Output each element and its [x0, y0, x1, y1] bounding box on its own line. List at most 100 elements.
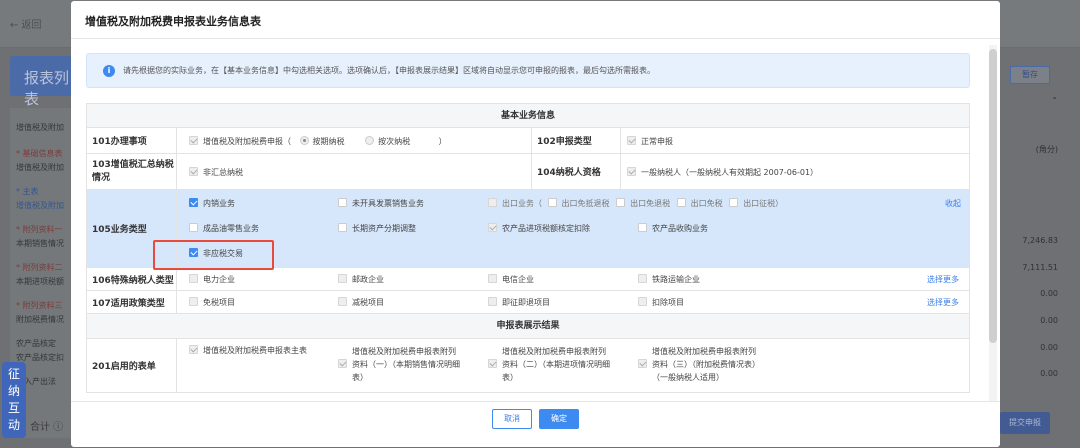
- radio-label: 按期纳税: [312, 137, 345, 146]
- row-label: 106特殊纳税人类型: [87, 268, 177, 290]
- item-label: 即征即退项目: [502, 298, 550, 307]
- total-label: 合计 ⓘ: [30, 422, 64, 433]
- checkbox-exempt[interactable]: 免税项目: [189, 297, 235, 308]
- sidebar-item[interactable]: 本期销售情况: [16, 238, 64, 249]
- checkbox-export[interactable]: 出口业务（ 出口免抵退税 出口免退税 出口免税 出口征税）: [488, 198, 783, 209]
- checkbox-icon[interactable]: [676, 198, 686, 207]
- checkbox-icon[interactable]: [338, 198, 347, 207]
- item-label: 表）: [502, 373, 518, 382]
- cancel-button[interactable]: 取消: [492, 409, 532, 429]
- collapse-link[interactable]: 收起: [945, 198, 961, 209]
- chevron-down-icon[interactable]: ⌄: [1051, 92, 1058, 101]
- sidebar-item[interactable]: 本期进项税额: [16, 276, 64, 287]
- item-label: 增值税及附加税费申报表附列: [652, 347, 756, 356]
- sidebar-item[interactable]: 附加税费情况: [16, 314, 64, 325]
- row-101: 101办理事项 增值税及附加税费申报（ 按期纳税 按次纳税 ） 102申报类型 …: [86, 128, 970, 154]
- item-vat-declare: 增值税及附加税费申报（ 按期纳税 按次纳税 ）: [189, 136, 447, 147]
- checkbox-icon[interactable]: [338, 223, 347, 232]
- checkbox-reduced[interactable]: 减税项目: [338, 297, 384, 308]
- checkbox-railway[interactable]: 铁路运输企业: [638, 274, 700, 285]
- checkbox-agri-purchase[interactable]: 农产品收购业务: [638, 223, 708, 234]
- checkbox-icon[interactable]: [547, 198, 557, 207]
- row-label: 101办理事项: [87, 128, 177, 153]
- sidebar-item[interactable]: 增值税及附加: [16, 162, 64, 173]
- checkbox-long-term-asset[interactable]: 长期资产分期调整: [338, 223, 416, 234]
- sidebar-item[interactable]: * 附列资料一: [16, 224, 63, 235]
- select-more-link[interactable]: 选择更多: [927, 297, 959, 308]
- checkbox-icon[interactable]: [488, 198, 497, 207]
- sidebar-item[interactable]: * 附列资料三: [16, 300, 63, 311]
- checkbox-agri-input-deduct[interactable]: 农产品进项税额核定扣除: [488, 223, 590, 234]
- checkbox-refund[interactable]: 即征即退项目: [488, 297, 550, 308]
- checkbox-icon[interactable]: [638, 297, 647, 306]
- radio-period[interactable]: [299, 136, 309, 145]
- checkbox-icon[interactable]: [189, 198, 198, 207]
- business-info-table: 基本业务信息 101办理事项 增值税及附加税费申报（ 按期纳税 按次纳税 ） 1…: [86, 103, 970, 393]
- row-label: 102申报类型: [531, 128, 621, 153]
- item-label: 增值税及附加税费申报表主表: [203, 346, 307, 355]
- checkbox-icon[interactable]: [729, 198, 739, 207]
- checkbox-telecom[interactable]: 电信企业: [488, 274, 534, 285]
- amount-value: 0.00: [1040, 316, 1058, 325]
- row-label: 107适用政策类型: [87, 291, 177, 313]
- checkbox-icon[interactable]: [488, 297, 497, 306]
- submit-declaration-button[interactable]: 提交申报: [1000, 412, 1050, 434]
- scrollbar-thumb[interactable]: [989, 49, 997, 343]
- save-draft-button[interactable]: 暂存: [1010, 66, 1050, 84]
- checkbox-icon[interactable]: [488, 274, 497, 283]
- checkbox-uninvoiced-sales[interactable]: 未开具发票销售业务: [338, 198, 424, 209]
- sidebar-item[interactable]: * 附列资料二: [16, 262, 63, 273]
- row-label: 104纳税人资格: [531, 154, 621, 189]
- form-main: 增值税及附加税费申报表主表: [189, 345, 307, 356]
- radio-per-time[interactable]: [365, 136, 375, 145]
- checkbox-icon[interactable]: [638, 274, 647, 283]
- highlight-box: [153, 240, 274, 270]
- radio-label: 按次纳税: [378, 137, 411, 146]
- notice-banner: i 请先根据您的实际业务，在【基本业务信息】中勾选相关选项。选项确认后，【申报表…: [86, 53, 970, 88]
- checkbox-power[interactable]: 电力企业: [189, 274, 235, 285]
- item-label: 出口免退税: [630, 199, 671, 208]
- checkbox-icon[interactable]: [189, 297, 198, 306]
- checkbox-icon[interactable]: [189, 274, 198, 283]
- sidebar-item[interactable]: * 主表: [16, 186, 39, 197]
- amount-value: 7,111.51: [1022, 263, 1058, 272]
- form-appendix-2: 增值税及附加税费申报表附列 资料（二）（本期进项情况明细 表）: [488, 345, 610, 384]
- checkbox-domestic-sales[interactable]: 内销业务: [189, 198, 235, 209]
- select-more-link[interactable]: 选择更多: [927, 274, 959, 285]
- item-label: 扣除项目: [652, 298, 684, 307]
- section-header-basic: 基本业务信息: [86, 103, 970, 128]
- row-label: 201启用的表单: [87, 339, 177, 392]
- checkbox-icon: [338, 359, 347, 368]
- checkbox-icon[interactable]: [338, 274, 347, 283]
- item-label: 非汇总纳税: [203, 168, 243, 177]
- sidebar-item[interactable]: * 基础信息表: [16, 148, 63, 159]
- item-label: （一般纳税人适用）: [652, 373, 724, 382]
- item-label: 电力企业: [203, 275, 235, 284]
- back-link[interactable]: ← 返回: [10, 16, 42, 31]
- checkbox-icon[interactable]: [189, 223, 198, 232]
- checkbox-icon[interactable]: [338, 297, 347, 306]
- checkbox-icon: [189, 136, 198, 145]
- background-right-panel: 暂存 ⌄ (角分) 7,246.83 7,111.51 0.00 0.00 0.…: [1000, 56, 1070, 446]
- checkbox-icon[interactable]: [616, 198, 626, 207]
- item-label: 资料（一）（本期销售情况明细: [352, 360, 460, 369]
- checkbox-icon: [627, 136, 636, 145]
- item-label: 长期资产分期调整: [352, 224, 416, 233]
- confirm-button[interactable]: 确定: [539, 409, 579, 429]
- checkbox-refined-oil[interactable]: 成品油零售业务: [189, 223, 259, 234]
- checkbox-icon[interactable]: [638, 223, 647, 232]
- checkbox-postal[interactable]: 邮政企业: [338, 274, 384, 285]
- checkbox-icon: [638, 359, 647, 368]
- sidebar-item[interactable]: 增值税及附加: [16, 122, 64, 133]
- checkbox-icon[interactable]: [488, 223, 497, 232]
- sidebar-item[interactable]: 增值税及附加: [16, 200, 64, 211]
- item-label: 增值税及附加税费申报表附列: [502, 347, 606, 356]
- divider: [71, 38, 1000, 39]
- chat-widget[interactable]: 征 纳 互 动: [2, 362, 26, 438]
- checkbox-deduction[interactable]: 扣除项目: [638, 297, 684, 308]
- chat-char: 动: [7, 418, 20, 432]
- item-label: 出口业务（: [502, 199, 542, 208]
- item-label: 铁路运输企业: [652, 275, 700, 284]
- item-label: 邮政企业: [352, 275, 384, 284]
- sidebar-item[interactable]: 农产品核定: [16, 338, 56, 349]
